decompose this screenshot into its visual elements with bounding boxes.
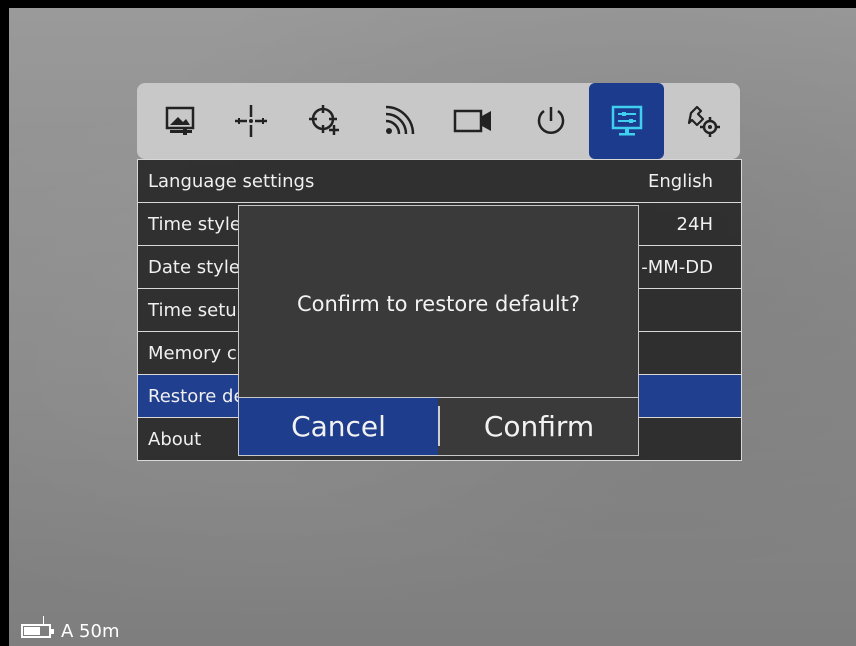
menu-item-language[interactable]: Language settings English xyxy=(138,160,741,203)
video-record-icon xyxy=(452,106,494,136)
image-settings-icon xyxy=(164,106,198,136)
menu-item-label: Time style xyxy=(148,214,241,235)
tool-crosshair[interactable] xyxy=(213,83,288,159)
wrench-gear-icon xyxy=(685,103,721,139)
menu-item-label: Language settings xyxy=(148,171,315,192)
menu-item-value: -MM-DD xyxy=(641,257,713,278)
menu-item-value: English xyxy=(648,171,713,192)
tool-target-add[interactable] xyxy=(287,83,362,159)
crosshair-icon xyxy=(233,103,269,139)
menu-item-value: 24H xyxy=(676,214,713,235)
status-bar: A 50m xyxy=(21,616,120,643)
menu-item-label: Date style xyxy=(148,257,240,278)
tool-display-settings[interactable] xyxy=(589,83,664,159)
tool-image-settings[interactable] xyxy=(143,83,218,159)
battery-icon xyxy=(21,616,54,638)
tool-power[interactable] xyxy=(513,83,588,159)
wireless-icon xyxy=(382,104,416,138)
restore-default-dialog: Confirm to restore default? Cancel Confi… xyxy=(238,205,639,456)
power-icon xyxy=(534,104,568,138)
dialog-buttons: Cancel Confirm xyxy=(239,397,638,455)
menu-toolbar xyxy=(137,83,740,159)
menu-item-label: Time setu xyxy=(148,300,237,321)
dialog-message: Confirm to restore default? xyxy=(296,292,581,316)
menu-item-label: Memory c xyxy=(148,343,237,364)
menu-item-label: Restore de xyxy=(148,386,245,407)
confirm-button[interactable]: Confirm xyxy=(440,398,638,455)
cancel-button[interactable]: Cancel xyxy=(239,398,438,455)
target-add-icon xyxy=(307,103,343,139)
tool-video-record[interactable] xyxy=(435,83,510,159)
mode-range-readout: A 50m xyxy=(61,620,120,642)
menu-item-label: About xyxy=(148,429,202,450)
tool-wireless[interactable] xyxy=(361,83,436,159)
tool-system-settings[interactable] xyxy=(665,83,740,159)
display-settings-icon xyxy=(610,104,644,138)
